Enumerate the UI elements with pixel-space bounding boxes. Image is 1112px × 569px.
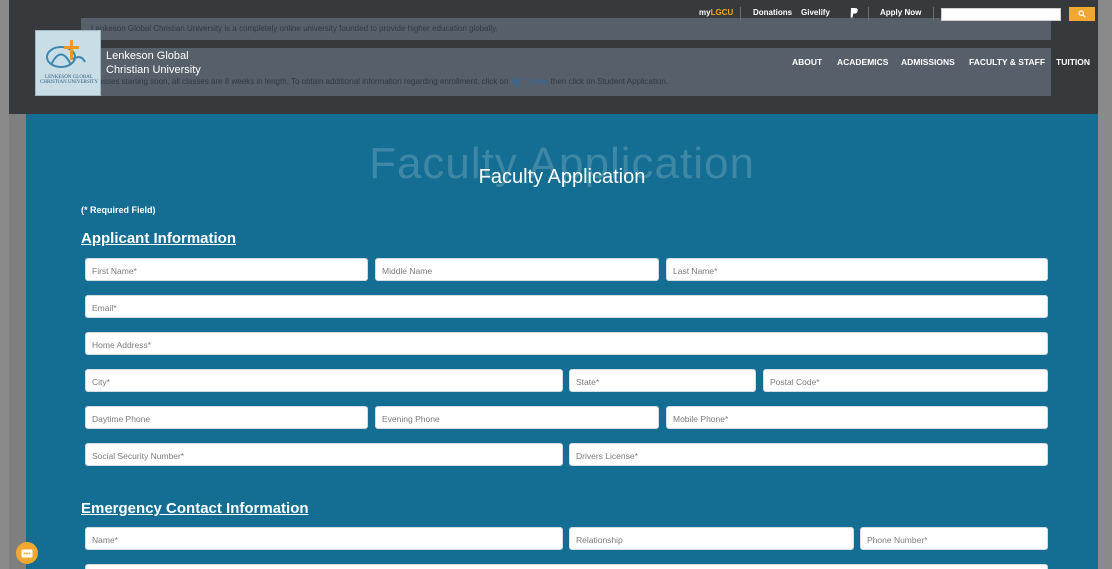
search-input[interactable]	[941, 8, 1061, 21]
announcement-text-2-prefix: Classes starting soon, all classes are 8…	[91, 77, 511, 86]
nav-faculty-staff[interactable]: FACULTY & STAFF	[969, 57, 1045, 67]
nav-about[interactable]: ABOUT	[792, 57, 822, 67]
evening-phone-field[interactable]: Evening Phone	[375, 406, 659, 429]
ssn-field[interactable]: Social Security Number*	[85, 443, 563, 466]
donations-link[interactable]: Donations	[753, 8, 792, 17]
announcement-text-2-suffix: then click on Student Application.	[548, 77, 669, 86]
chat-icon	[21, 549, 33, 557]
next-form-field[interactable]	[85, 564, 1048, 569]
chat-widget-button[interactable]	[16, 542, 38, 564]
search-icon	[1078, 10, 1086, 18]
logo-tagline-line-2: CHRISTIAN UNIVERSITY	[40, 80, 98, 85]
announcement-line-2: Classes starting soon, all classes are 8…	[81, 48, 1051, 96]
page-gutter-left	[0, 0, 9, 569]
email-field[interactable]: Email*	[85, 295, 1048, 318]
mylgcu-accent: LGCU	[710, 8, 734, 17]
applicant-section-heading: Applicant Information	[81, 230, 236, 247]
site-header: Lenkeson Global Christian University is …	[9, 0, 1098, 114]
apply-now-link[interactable]: Apply Now	[880, 8, 921, 17]
announcement-text-1: Lenkeson Global Christian University is …	[91, 24, 498, 33]
university-name[interactable]: Lenkeson Global Christian University	[106, 49, 201, 77]
announcement-apply-link[interactable]: Apply Now	[510, 77, 548, 86]
postal-code-field[interactable]: Postal Code*	[763, 369, 1048, 392]
topbar-divider	[740, 7, 741, 21]
topbar-divider	[933, 7, 934, 21]
mobile-phone-field[interactable]: Mobile Phone*	[666, 406, 1048, 429]
paypal-icon[interactable]	[850, 8, 858, 18]
page-title: Faculty Application	[478, 166, 646, 188]
emergency-name-field[interactable]: Name*	[85, 527, 563, 550]
logo-tagline: LENKESON GLOBAL CHRISTIAN UNIVERSITY	[38, 75, 100, 85]
page-gutter-right	[1098, 0, 1112, 569]
search-button[interactable]	[1069, 7, 1095, 21]
drivers-license-field[interactable]: Drivers License*	[569, 443, 1048, 466]
university-logo[interactable]: LENKESON GLOBAL CHRISTIAN UNIVERSITY	[35, 30, 101, 96]
emergency-section-heading: Emergency Contact Information	[81, 500, 309, 517]
givelify-link[interactable]: Givelify	[801, 8, 830, 17]
first-name-field[interactable]: First Name*	[85, 258, 368, 281]
city-field[interactable]: City*	[85, 369, 563, 392]
last-name-field[interactable]: Last Name*	[666, 258, 1048, 281]
logo-emblem-icon	[46, 40, 86, 68]
home-address-field[interactable]: Home Address*	[85, 332, 1048, 355]
required-field-note: (* Required Field)	[81, 205, 156, 215]
emergency-relationship-field[interactable]: Relationship	[569, 527, 854, 550]
university-name-line-2: Christian University	[106, 64, 201, 76]
mylgcu-prefix: my	[699, 8, 711, 17]
topbar-divider	[868, 7, 869, 21]
mylgcu-link[interactable]: myLGCU	[699, 8, 733, 17]
nav-tuition[interactable]: TUITION	[1056, 57, 1090, 67]
university-name-line-1: Lenkeson Global	[106, 50, 189, 62]
announcement-text-2: Classes starting soon, all classes are 8…	[91, 77, 668, 86]
utility-bar: myLGCU Donations Givelify Apply Now	[9, 6, 1098, 22]
state-field[interactable]: State*	[569, 369, 756, 392]
daytime-phone-field[interactable]: Daytime Phone	[85, 406, 368, 429]
nav-academics[interactable]: ACADEMICS	[837, 57, 888, 67]
faculty-application-form: Faculty Application Faculty Application …	[26, 114, 1098, 569]
emergency-phone-field[interactable]: Phone Number*	[860, 527, 1048, 550]
nav-admissions[interactable]: ADMISSIONS	[901, 57, 955, 67]
middle-name-field[interactable]: Middle Name	[375, 258, 659, 281]
